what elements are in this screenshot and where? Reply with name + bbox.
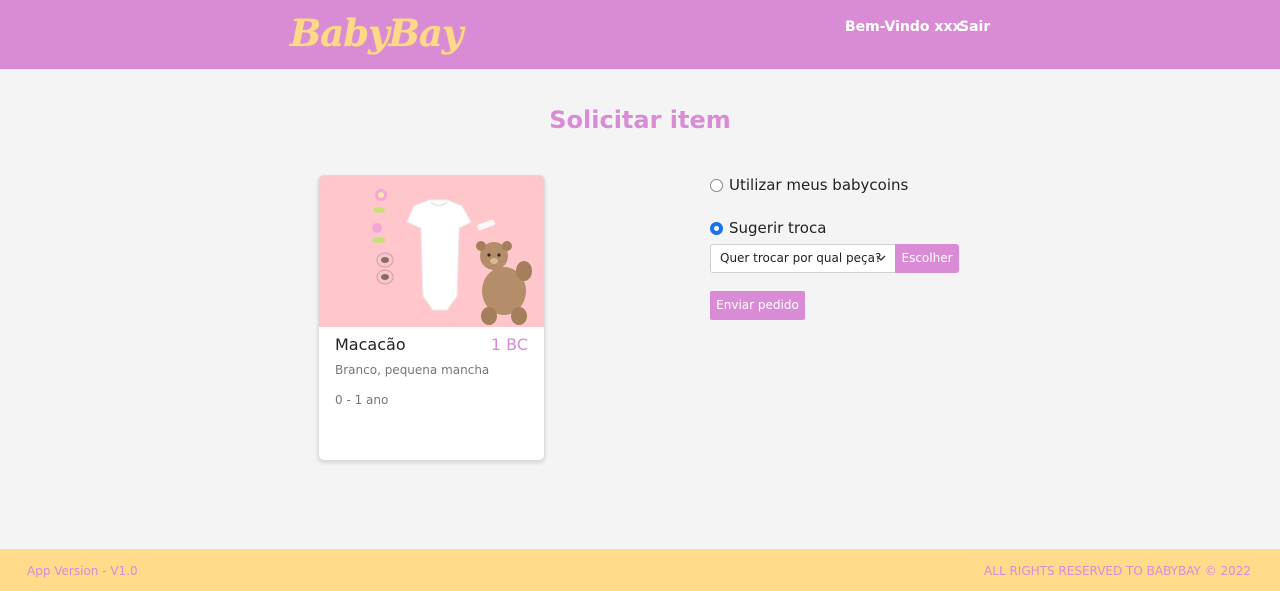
use-babycoins-option[interactable]: Utilizar meus babycoins	[710, 175, 908, 195]
suggest-swap-radio[interactable]	[710, 221, 723, 235]
chevron-down-icon	[876, 245, 886, 283]
page-title: Solicitar item	[549, 106, 731, 134]
swap-item-select[interactable]: Quer trocar por qual peça?	[710, 244, 896, 273]
brand-logo[interactable]: BabyBay	[290, 8, 463, 58]
welcome-user-link[interactable]: Bem-Vindo xxx	[845, 18, 962, 36]
copyright-notice: ALL RIGHTS RESERVED TO BABYBAY © 2022	[984, 564, 1251, 578]
item-card: Macacão 1 BC Branco, pequena mancha 0 - …	[318, 175, 545, 461]
choose-button[interactable]: Escolher	[895, 244, 959, 273]
use-babycoins-label: Utilizar meus babycoins	[729, 176, 909, 194]
swap-item-select-value: Quer trocar por qual peça?	[720, 251, 882, 265]
suggest-swap-label: Sugerir troca	[729, 219, 827, 237]
use-babycoins-radio[interactable]	[710, 178, 723, 192]
logout-link[interactable]: Sair	[959, 18, 990, 36]
top-navbar: BabyBay Bem-Vindo xxx Sair	[0, 0, 1280, 69]
send-request-button[interactable]: Enviar pedido	[710, 291, 805, 320]
item-description: Branco, pequena mancha	[335, 363, 490, 377]
item-photo	[319, 176, 544, 327]
item-age-range: 0 - 1 ano	[335, 393, 389, 407]
item-photo-illustration	[319, 176, 544, 327]
suggest-swap-option[interactable]: Sugerir troca	[710, 218, 826, 238]
item-price: 1 BC	[490, 335, 528, 354]
item-name: Macacão	[335, 335, 406, 354]
app-version: App Version - V1.0	[27, 564, 138, 578]
footer: App Version - V1.0 ALL RIGHTS RESERVED T…	[0, 549, 1280, 591]
